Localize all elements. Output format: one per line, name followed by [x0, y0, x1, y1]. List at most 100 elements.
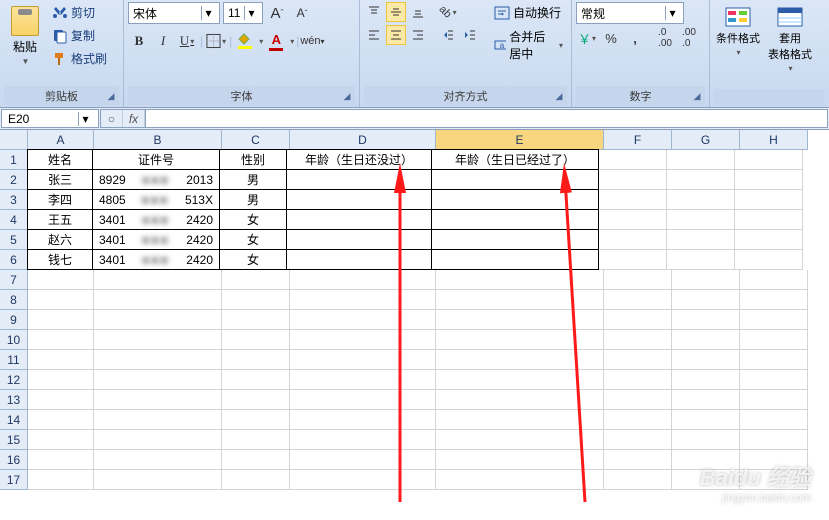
border-button[interactable]: ▾ — [205, 30, 227, 52]
cell[interactable] — [599, 210, 667, 230]
row-header[interactable]: 16 — [0, 450, 28, 470]
cell[interactable] — [436, 390, 604, 410]
cell[interactable] — [436, 350, 604, 370]
paste-button[interactable]: 粘贴 ▼ — [4, 2, 46, 66]
cell[interactable] — [604, 390, 672, 410]
column-header[interactable]: C — [222, 130, 290, 150]
row-header[interactable]: 4 — [0, 210, 28, 230]
grid[interactable]: 姓名证件号性别年龄（生日还没过）年龄（生日已经过了）张三8929■■■2013男… — [28, 150, 808, 490]
cell[interactable] — [222, 390, 290, 410]
font-size-select[interactable]: 11 ▾ — [223, 2, 263, 24]
bold-button[interactable]: B — [128, 30, 150, 52]
cell[interactable] — [740, 430, 808, 450]
chevron-down-icon[interactable]: ▾ — [290, 37, 294, 46]
align-middle-button[interactable] — [386, 2, 406, 22]
cell[interactable] — [28, 430, 94, 450]
cell[interactable] — [286, 209, 432, 230]
row-header[interactable]: 17 — [0, 470, 28, 490]
cell[interactable] — [431, 229, 599, 250]
cell[interactable] — [28, 330, 94, 350]
cell[interactable] — [28, 350, 94, 370]
cell[interactable]: 女 — [219, 229, 287, 250]
cell[interactable] — [290, 450, 436, 470]
cell[interactable] — [222, 470, 290, 490]
align-top-button[interactable] — [364, 2, 384, 22]
cell[interactable] — [94, 310, 222, 330]
cell[interactable] — [431, 189, 599, 210]
cell[interactable] — [94, 430, 222, 450]
cell[interactable] — [604, 310, 672, 330]
cell[interactable] — [28, 310, 94, 330]
cell[interactable] — [436, 270, 604, 290]
orientation-button[interactable]: ab▾ — [438, 2, 458, 22]
cell[interactable] — [740, 330, 808, 350]
cell[interactable] — [672, 430, 740, 450]
cell[interactable] — [286, 169, 432, 190]
cell[interactable] — [436, 290, 604, 310]
cell[interactable] — [290, 470, 436, 490]
row-header[interactable]: 13 — [0, 390, 28, 410]
cell[interactable] — [431, 209, 599, 230]
column-header[interactable]: A — [28, 130, 94, 150]
decrease-decimal-button[interactable]: .00.0 — [678, 27, 700, 49]
cell[interactable] — [672, 410, 740, 430]
cell[interactable] — [290, 370, 436, 390]
align-center-button[interactable] — [386, 25, 406, 45]
cell[interactable] — [28, 390, 94, 410]
row-header[interactable]: 12 — [0, 370, 28, 390]
row-header[interactable]: 6 — [0, 250, 28, 270]
cell[interactable] — [740, 310, 808, 330]
cell[interactable] — [28, 290, 94, 310]
cell[interactable] — [436, 470, 604, 490]
cell[interactable] — [599, 170, 667, 190]
cell[interactable] — [672, 350, 740, 370]
cell[interactable] — [290, 430, 436, 450]
cut-button[interactable]: 剪切 — [50, 2, 109, 23]
format-table-button[interactable]: 套用 表格格式 ▾ — [766, 2, 814, 73]
cell[interactable] — [286, 249, 432, 270]
row-header[interactable]: 3 — [0, 190, 28, 210]
cell[interactable]: 3401■■■2420 — [92, 209, 220, 230]
font-name-select[interactable]: 宋体 ▾ — [128, 2, 220, 24]
cell[interactable]: 性别 — [219, 149, 287, 170]
formula-input[interactable] — [146, 109, 828, 128]
cell[interactable] — [28, 270, 94, 290]
cell[interactable] — [28, 410, 94, 430]
cell[interactable] — [740, 290, 808, 310]
cell[interactable] — [436, 370, 604, 390]
chevron-down-icon[interactable]: ▾ — [665, 6, 679, 20]
row-header[interactable]: 8 — [0, 290, 28, 310]
cell[interactable] — [222, 450, 290, 470]
cell[interactable] — [672, 290, 740, 310]
format-painter-button[interactable]: 格式刷 — [50, 48, 109, 69]
cell[interactable] — [599, 190, 667, 210]
cell[interactable] — [431, 169, 599, 190]
percent-button[interactable]: % — [600, 27, 622, 49]
chevron-down-icon[interactable]: ▾ — [78, 112, 92, 126]
column-header[interactable]: G — [672, 130, 740, 150]
cell[interactable] — [604, 370, 672, 390]
row-header[interactable]: 7 — [0, 270, 28, 290]
chevron-down-icon[interactable]: ▾ — [201, 6, 215, 20]
column-header[interactable]: B — [94, 130, 222, 150]
cell[interactable] — [740, 350, 808, 370]
fx-button[interactable]: fx — [123, 110, 145, 127]
name-box[interactable]: E20 ▾ — [1, 109, 99, 128]
cell[interactable]: 王五 — [27, 209, 93, 230]
chevron-down-icon[interactable]: ▾ — [259, 37, 263, 46]
cell[interactable]: 年龄（生日已经过了） — [431, 149, 599, 170]
cell[interactable] — [667, 210, 735, 230]
cell[interactable] — [667, 150, 735, 170]
cell[interactable] — [672, 330, 740, 350]
phonetic-button[interactable]: wén▾ — [301, 30, 323, 52]
cell[interactable] — [436, 450, 604, 470]
cell[interactable] — [436, 330, 604, 350]
cell[interactable] — [28, 370, 94, 390]
row-header[interactable]: 9 — [0, 310, 28, 330]
align-bottom-button[interactable] — [408, 2, 428, 22]
cell[interactable]: 3401■■■2420 — [92, 229, 220, 250]
cell[interactable] — [94, 390, 222, 410]
cell[interactable] — [94, 290, 222, 310]
conditional-format-button[interactable]: 条件格式 ▾ — [714, 2, 762, 57]
cell[interactable]: 男 — [219, 169, 287, 190]
